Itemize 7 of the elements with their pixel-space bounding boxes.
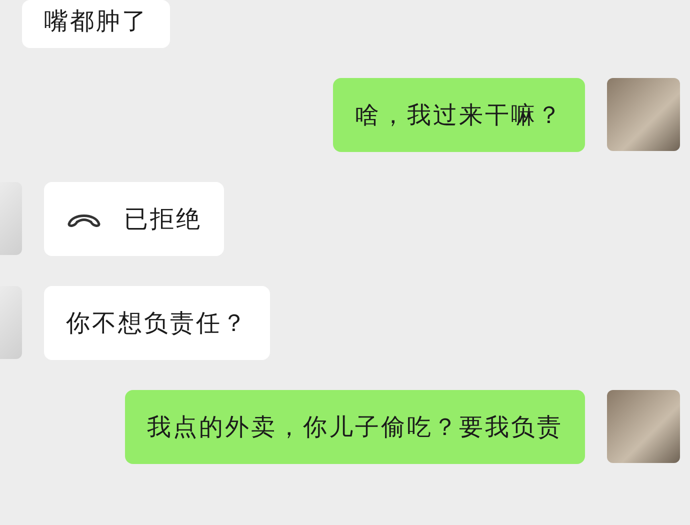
message-bubble: 啥，我过来干嘛？ xyxy=(333,78,585,152)
message-bubble: 我点的外卖，你儿子偷吃？要我负责 xyxy=(125,390,585,464)
message-bubble: 你不想负责任？ xyxy=(44,286,270,360)
avatar-photo[interactable] xyxy=(607,390,680,463)
avatar-photo[interactable] xyxy=(607,78,680,151)
call-status-bubble[interactable]: 已拒绝 xyxy=(44,182,224,256)
message-bubble: 嘴都肿了 xyxy=(22,0,170,48)
